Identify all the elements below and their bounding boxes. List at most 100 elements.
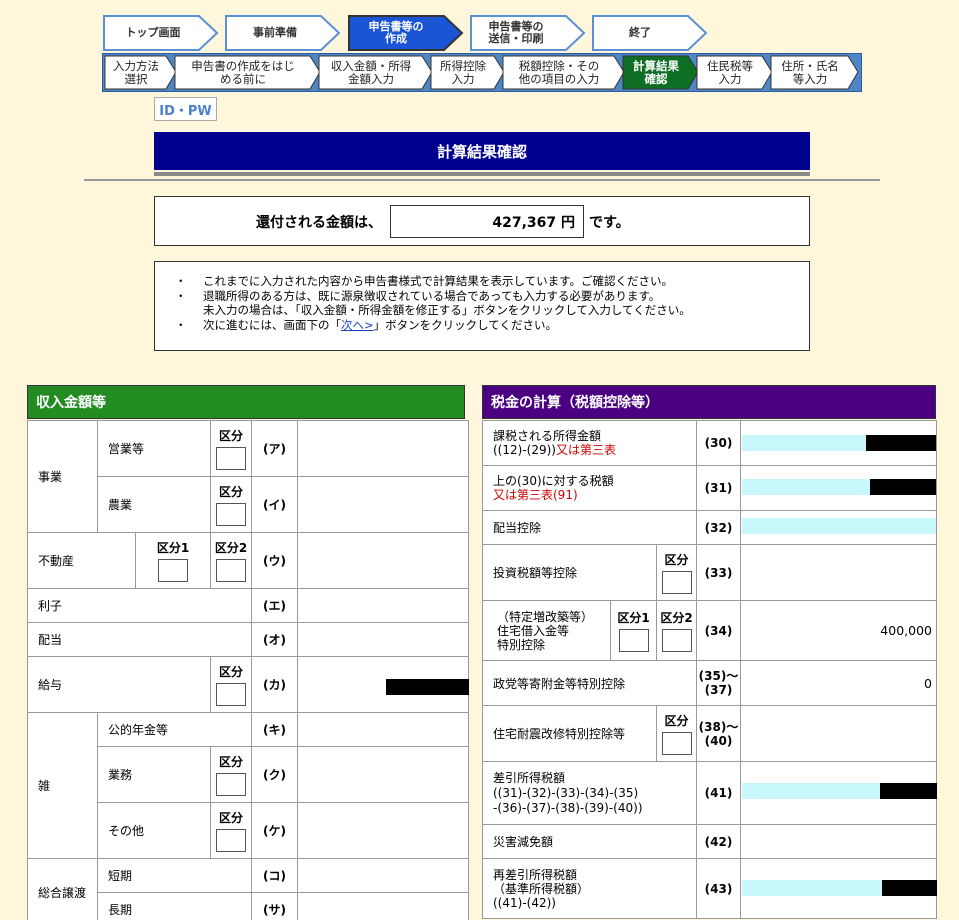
kubun2-input[interactable] (216, 559, 246, 582)
refund-prefix: 還付される金額は、 (256, 215, 382, 231)
kubun-input[interactable] (216, 829, 246, 852)
bullet: ・ (175, 317, 187, 332)
code: (エ) (251, 588, 298, 623)
redaction-bar (870, 479, 936, 495)
substep-input-method[interactable]: 入力方法 選択 (104, 55, 178, 90)
bullet: ・ (175, 274, 187, 288)
code: (サ) (251, 892, 298, 920)
kubun2-input[interactable] (661, 629, 692, 652)
text: 差引所得税額 (493, 770, 566, 785)
text: ((41)-(42)) (493, 895, 556, 910)
step-end[interactable]: 終了 (592, 15, 708, 51)
kubun-input[interactable] (216, 773, 246, 796)
step-label: トップ画面 (125, 26, 181, 39)
value-cell (297, 476, 469, 533)
kubun-input[interactable] (216, 447, 246, 470)
substep-deduction-input[interactable]: 所得控除 入力 (430, 55, 506, 90)
code: (ク) (251, 746, 298, 803)
kubun-label: 区分 (218, 755, 243, 769)
page-title: 計算結果確認 (154, 132, 810, 176)
text: （特定増改築等） (497, 609, 594, 624)
kubun-label: 区分 (218, 811, 243, 825)
divider (84, 179, 880, 181)
note-text: 未入力の場合は、「収入金額・所得金額を修正する」ボタンをクリックして入力してくだ… (203, 303, 691, 317)
kubun-input[interactable] (661, 732, 692, 755)
refund-amount: 427,367 円 (390, 205, 584, 238)
kubun2-label: 区分2 (660, 611, 693, 625)
label-kyuyo: 給与 (27, 656, 211, 713)
idpw-button[interactable]: ID・PW (154, 97, 217, 121)
code: (ウ) (251, 532, 298, 589)
text: (37) (704, 683, 733, 697)
kubun-label: 区分 (664, 553, 689, 567)
code: (34) (696, 600, 741, 661)
step-label: 申告書等の 送信・印刷 (488, 20, 544, 45)
note-text: 退職所得のある方は、既に源泉徴収されている場合であっても入力する必要があります。 (203, 288, 661, 303)
step-create[interactable]: 申告書等の 作成 (348, 15, 464, 51)
kubun-input[interactable] (661, 571, 692, 594)
code: (43) (696, 858, 741, 919)
value-cell (297, 420, 469, 477)
step-send[interactable]: 申告書等の 送信・印刷 (470, 15, 586, 51)
label-nenkin: 公的年金等 (97, 712, 252, 747)
substep-address-name[interactable]: 住所・氏名 等入力 (770, 55, 860, 90)
label-tanki: 短期 (97, 858, 252, 893)
substep-resident-tax[interactable]: 住民税等 入力 (696, 55, 774, 90)
code: (オ) (251, 622, 298, 657)
value-cell (297, 622, 469, 657)
kubun1-input[interactable] (618, 629, 649, 652)
kubun-label: 区分 (218, 665, 243, 679)
label-r42: 災害減免額 (482, 824, 697, 859)
text: 又は第三表(91) (493, 488, 578, 502)
kubun-input[interactable] (216, 503, 246, 526)
text: -(36)-(37)-(38)-(39)-(40)) (493, 800, 643, 815)
label-r30: 課税される所得金額 ((12)-(29))又は第三表 (482, 420, 697, 466)
substep-label: 所得控除 入力 (440, 58, 486, 86)
label-sonota: その他 (97, 802, 211, 859)
text: (38)～ (698, 719, 739, 734)
label-r43: 再差引所得税額 （基準所得税額） ((41)-(42)) (482, 858, 697, 919)
income-table: 事業 営業等 区分 (ア) 農業 区分 (イ) 不動産 区分1 区分2 (ウ) … (27, 420, 469, 920)
text: 課税される所得金額 (493, 429, 602, 443)
substep-label: 収入金額・所得 金額入力 (330, 58, 412, 86)
code: (カ) (251, 656, 298, 713)
code: (41) (696, 761, 741, 825)
label-eigyo: 営業等 (97, 420, 211, 477)
label-sogo: 総合譲渡 (27, 858, 98, 920)
text: ((31)-(32)-(33)-(34)-(35) (493, 785, 639, 800)
substep-income-input[interactable]: 収入金額・所得 金額入力 (318, 55, 434, 90)
step-top[interactable]: トップ画面 (103, 15, 219, 51)
label-r33: 投資税額等控除 (482, 544, 657, 601)
substep-result-confirm[interactable]: 計算結果 確認 (622, 55, 700, 90)
substep-label: 入力方法 選択 (113, 58, 159, 86)
bullet: ・ (175, 288, 187, 303)
income-header: 収入金額等 (27, 385, 465, 419)
text: 又は第三表 (555, 443, 616, 457)
value-cell (740, 544, 937, 601)
label-r35: 政党等寄附金等特別控除 (482, 660, 697, 706)
step-prep[interactable]: 事前準備 (225, 15, 341, 51)
substep-tax-credit-input[interactable]: 税額控除・その 他の項目の入力 (502, 55, 626, 90)
text: (40) (704, 733, 733, 748)
kubun2-label: 区分2 (214, 541, 248, 555)
text: (35)～ (698, 669, 739, 683)
next-link[interactable]: 次へ> (341, 318, 374, 332)
kubun-label: 区分 (218, 485, 243, 499)
kubun1-label: 区分1 (156, 541, 190, 555)
step-label: 事前準備 (253, 26, 297, 39)
note-text: これまでに入力された内容から申告書様式で計算結果を表示しています。ご確認ください… (203, 274, 673, 288)
code: (30) (696, 420, 741, 466)
kubun1-label: 区分1 (617, 611, 650, 625)
text: ((12)-(29)) (493, 443, 556, 457)
value-cell (297, 588, 469, 623)
kubun-input[interactable] (216, 683, 246, 706)
text: 住宅借入金等 (497, 623, 570, 638)
note-text: 次に進むには、画面下の「次へ>」ボタンをクリックしてください。 (203, 318, 557, 333)
substep-before-start[interactable]: 申告書の作成をはじ める前に (174, 55, 322, 90)
value-cell (297, 746, 469, 803)
label-r31: 上の(30)に対する税額 又は第三表(91) (482, 465, 697, 511)
kubun1-input[interactable] (158, 559, 188, 582)
notes-panel: ・ これまでに入力された内容から申告書様式で計算結果を表示しています。ご確認くださ… (154, 261, 810, 351)
value-fill (742, 518, 936, 534)
label-choki: 長期 (97, 892, 252, 920)
